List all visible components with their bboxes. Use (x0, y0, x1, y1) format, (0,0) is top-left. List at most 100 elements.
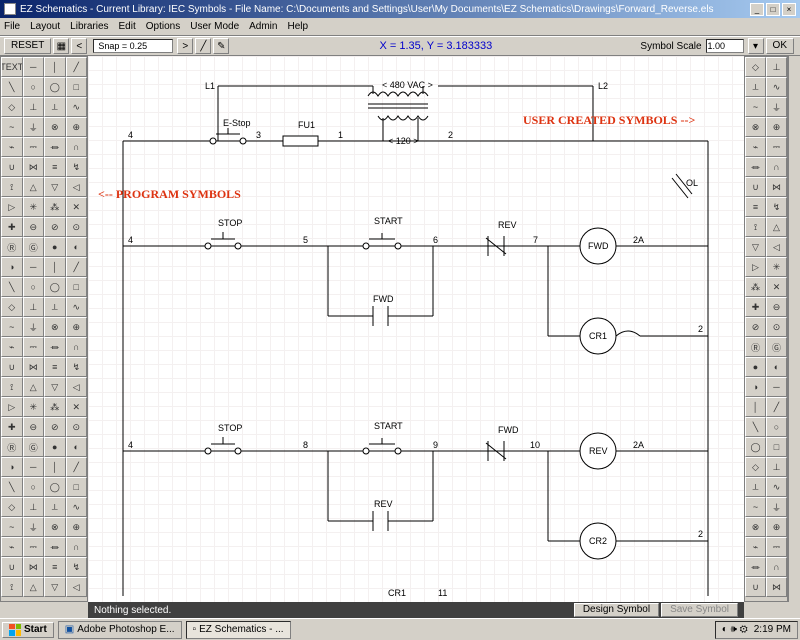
palette-symbol[interactable]: ─ (23, 257, 45, 277)
palette-symbol[interactable]: ─ (23, 57, 45, 77)
palette-symbol[interactable]: ⌁ (1, 137, 23, 157)
vertical-scrollbar[interactable] (788, 56, 800, 602)
user-palette-symbol[interactable]: ⊘ (745, 317, 766, 337)
menu-usermode[interactable]: User Mode (190, 21, 239, 32)
palette-symbol[interactable]: ◇ (1, 97, 23, 117)
palette-symbol[interactable]: □ (66, 77, 88, 97)
palette-symbol[interactable]: ∩ (66, 137, 88, 157)
user-palette-symbol[interactable]: ⋈ (766, 177, 787, 197)
palette-symbol[interactable]: ⊗ (44, 317, 66, 337)
menu-libraries[interactable]: Libraries (70, 21, 108, 32)
palette-symbol[interactable]: ▷ (1, 197, 23, 217)
palette-symbol[interactable]: Ⓖ (23, 237, 45, 257)
palette-symbol[interactable]: ✳ (23, 197, 45, 217)
scale-input[interactable] (706, 39, 744, 53)
palette-symbol[interactable]: ⊗ (44, 117, 66, 137)
palette-symbol[interactable]: ◯ (44, 277, 66, 297)
menu-admin[interactable]: Admin (249, 21, 277, 32)
palette-symbol[interactable]: ∩ (66, 537, 88, 557)
user-palette-symbol[interactable]: □ (766, 437, 787, 457)
user-palette-symbol[interactable]: ≡ (745, 197, 766, 217)
user-palette-symbol[interactable]: ⏚ (766, 497, 787, 517)
palette-symbol[interactable]: ◇ (1, 297, 23, 317)
design-symbol-button[interactable]: Design Symbol (574, 603, 659, 617)
palette-symbol[interactable]: ⊥ (23, 497, 45, 517)
palette-symbol[interactable]: ∪ (1, 157, 23, 177)
palette-symbol[interactable]: ~ (1, 517, 23, 537)
palette-text-tool[interactable]: TEXT (1, 57, 23, 77)
user-palette-symbol[interactable]: Ⓖ (766, 337, 787, 357)
palette-symbol[interactable]: ↯ (66, 557, 88, 577)
palette-symbol[interactable]: ⏛ (44, 537, 66, 557)
palette-symbol[interactable]: ∩ (66, 337, 88, 357)
palette-symbol[interactable]: ◁ (66, 177, 88, 197)
user-palette-symbol[interactable]: ⋈ (766, 577, 787, 597)
palette-symbol[interactable]: ⎓ (23, 137, 45, 157)
user-palette-symbol[interactable]: ⊥ (766, 57, 787, 77)
palette-symbol[interactable]: ⟟ (1, 377, 23, 397)
palette-symbol[interactable]: ⋈ (23, 157, 45, 177)
palette-symbol[interactable]: │ (44, 57, 66, 77)
palette-symbol[interactable]: ⟂ (44, 497, 66, 517)
menu-help[interactable]: Help (287, 21, 308, 32)
prev-button[interactable]: < (71, 38, 87, 54)
taskbar-app-photoshop[interactable]: ▣Adobe Photoshop E... (58, 621, 182, 639)
snap-input[interactable] (93, 39, 173, 53)
user-palette-symbol[interactable]: ⊗ (745, 517, 766, 537)
user-palette-symbol[interactable]: ⊗ (745, 117, 766, 137)
user-palette-symbol[interactable]: ∪ (745, 177, 766, 197)
ok-button[interactable]: OK (766, 38, 794, 54)
palette-symbol[interactable]: ⋈ (23, 357, 45, 377)
scale-dropdown-icon[interactable]: ▾ (748, 38, 764, 54)
palette-symbol[interactable]: │ (44, 457, 66, 477)
palette-symbol[interactable]: ⟟ (1, 177, 23, 197)
user-palette-symbol[interactable]: ◁ (766, 237, 787, 257)
minimize-button[interactable]: _ (750, 3, 764, 16)
palette-symbol[interactable]: ⊖ (23, 417, 45, 437)
user-palette-symbol[interactable]: ✕ (766, 277, 787, 297)
palette-symbol[interactable]: ● (44, 237, 66, 257)
palette-symbol[interactable]: ○ (23, 477, 45, 497)
palette-symbol[interactable]: △ (23, 377, 45, 397)
palette-symbol[interactable]: ⌁ (1, 537, 23, 557)
edit-tool-icon[interactable]: ✎ (213, 38, 229, 54)
palette-symbol[interactable]: △ (23, 577, 45, 597)
user-palette-symbol[interactable]: △ (766, 217, 787, 237)
user-palette-symbol[interactable]: ⏚ (766, 97, 787, 117)
user-palette-symbol[interactable]: ╱ (766, 397, 787, 417)
user-palette-symbol[interactable]: ◇ (745, 57, 766, 77)
user-palette-symbol[interactable]: ↯ (766, 197, 787, 217)
maximize-button[interactable]: □ (766, 3, 780, 16)
palette-symbol[interactable]: ✚ (1, 217, 23, 237)
next-button[interactable]: > (177, 38, 193, 54)
palette-symbol[interactable]: ⎓ (23, 537, 45, 557)
palette-symbol[interactable]: ⊘ (44, 417, 66, 437)
palette-symbol[interactable]: ─ (23, 457, 45, 477)
palette-symbol[interactable]: Ⓡ (1, 237, 23, 257)
menu-layout[interactable]: Layout (30, 21, 60, 32)
menu-options[interactable]: Options (146, 21, 180, 32)
user-palette-symbol[interactable]: ⎓ (766, 137, 787, 157)
palette-symbol[interactable]: □ (66, 477, 88, 497)
palette-symbol[interactable]: ╱ (66, 257, 88, 277)
palette-symbol[interactable]: ⌁ (1, 337, 23, 357)
user-palette-symbol[interactable]: ⌁ (745, 537, 766, 557)
palette-symbol[interactable]: ∿ (66, 497, 88, 517)
palette-symbol[interactable]: ▽ (44, 177, 66, 197)
palette-symbol[interactable]: ∪ (1, 357, 23, 377)
palette-symbol[interactable]: ⟂ (44, 297, 66, 317)
user-palette-symbol[interactable]: ╲ (745, 417, 766, 437)
palette-symbol[interactable]: ◑ (1, 257, 23, 277)
palette-symbol[interactable]: ╱ (66, 457, 88, 477)
user-palette-symbol[interactable]: ▷ (745, 257, 766, 277)
palette-symbol[interactable]: ≡ (44, 557, 66, 577)
user-palette-symbol[interactable]: ⏛ (745, 557, 766, 577)
palette-symbol[interactable]: ◁ (66, 377, 88, 397)
drawing-canvas[interactable]: L1 L2 < 480 VAC > 4 E-Stop 3 FU1 1 < 120… (88, 56, 744, 602)
user-palette-symbol[interactable]: ⟂ (745, 77, 766, 97)
user-palette-symbol[interactable]: ∪ (745, 577, 766, 597)
palette-symbol[interactable]: ╲ (1, 477, 23, 497)
line-tool-icon[interactable]: ╱ (195, 38, 211, 54)
user-palette-symbol[interactable]: │ (745, 397, 766, 417)
user-palette-symbol[interactable]: ◯ (745, 437, 766, 457)
